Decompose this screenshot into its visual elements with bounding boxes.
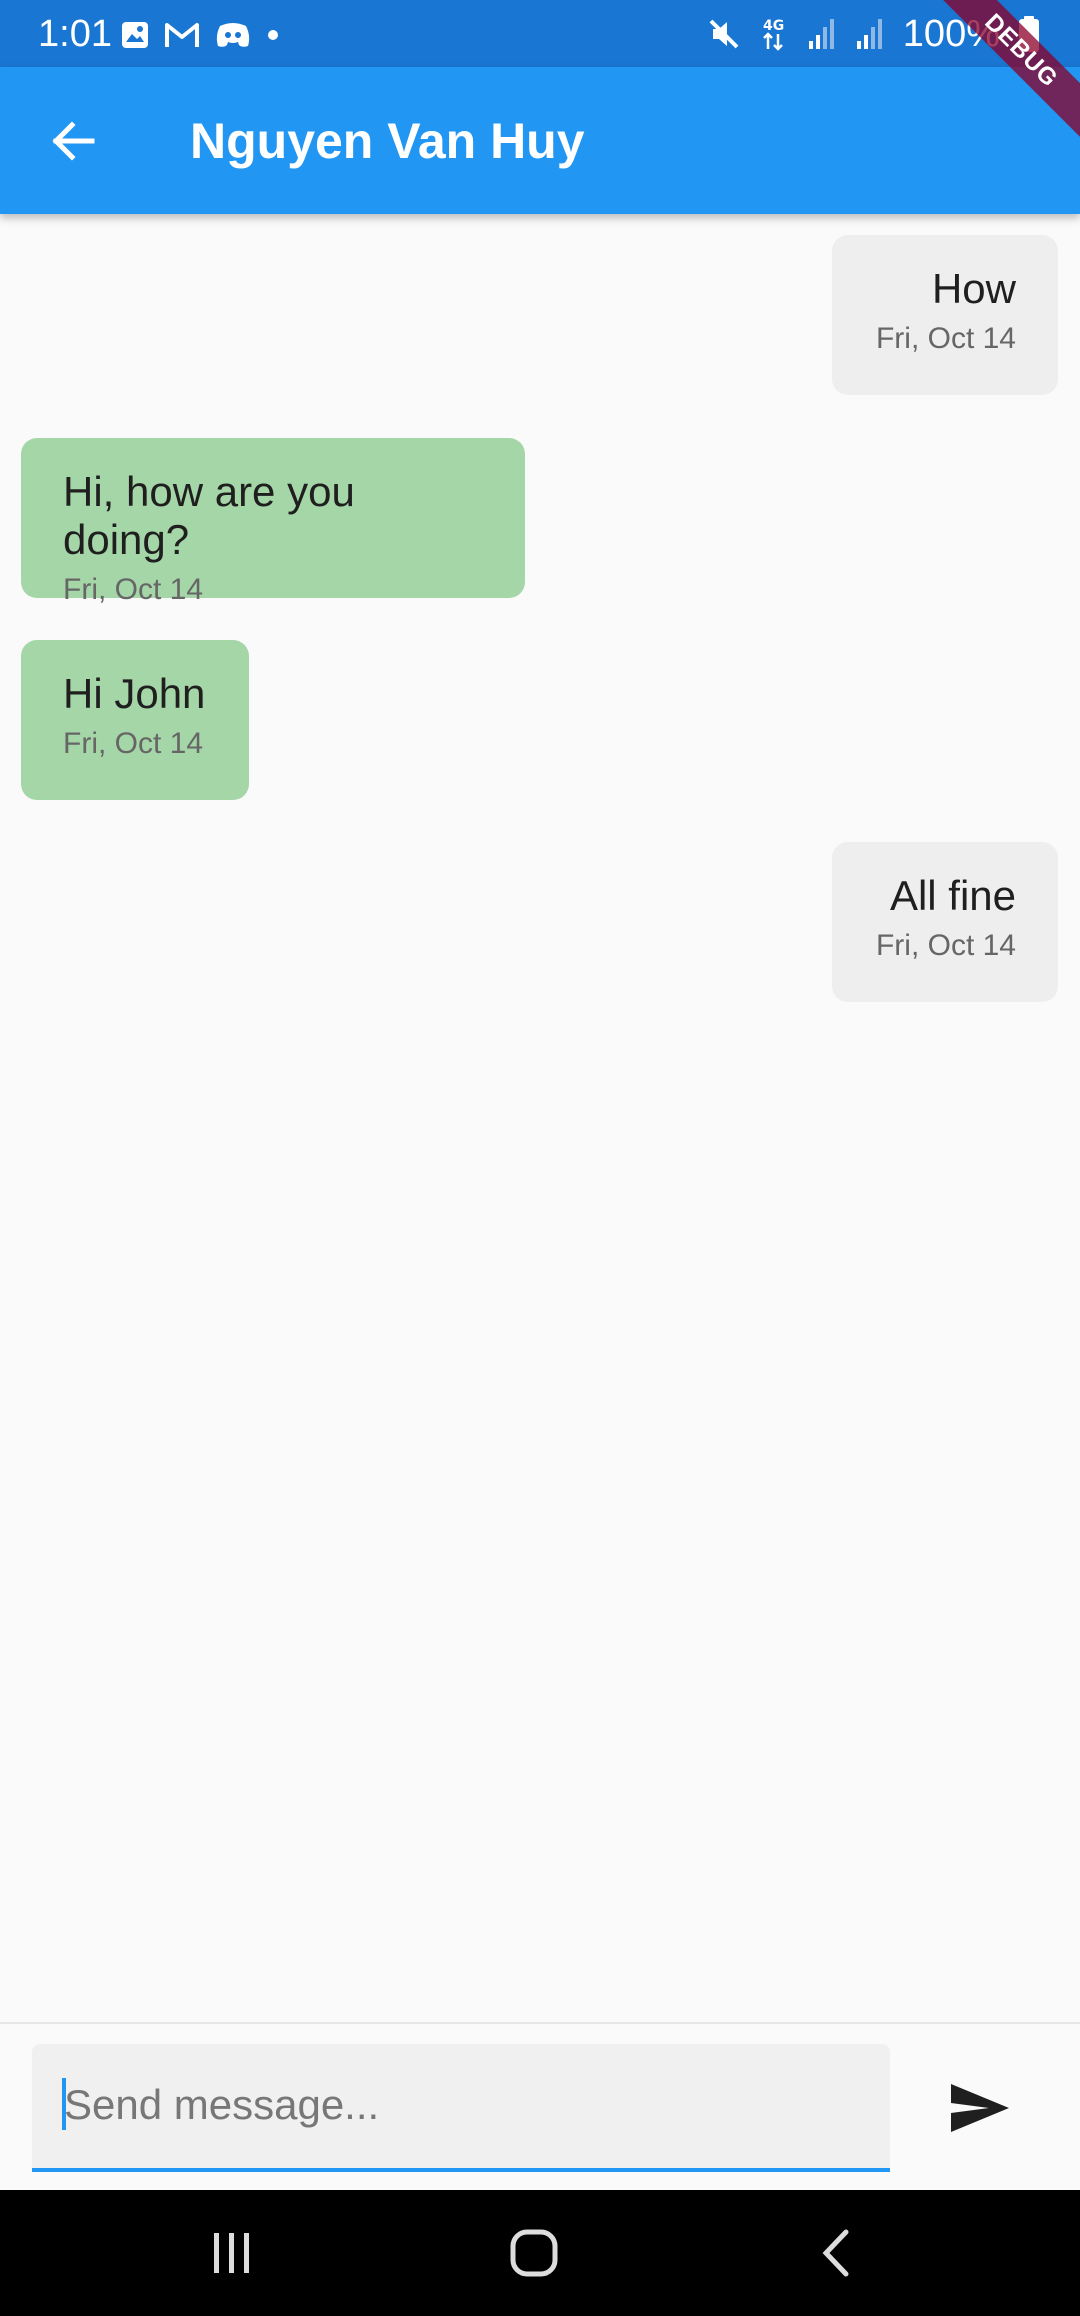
message-text: Hi, how are you doing? [63, 468, 355, 563]
signal-icon [856, 19, 882, 49]
message-input[interactable] [62, 2074, 866, 2136]
message-bubble-sent[interactable]: How Fri, Oct 14 [832, 235, 1058, 395]
image-icon [122, 22, 148, 48]
send-button[interactable] [940, 2068, 1020, 2148]
page-title: Nguyen Van Huy [190, 113, 585, 169]
message-date: Fri, Oct 14 [63, 727, 204, 760]
message-date: Fri, Oct 14 [63, 573, 204, 606]
home-button[interactable] [494, 2220, 574, 2286]
message-bubble-received[interactable]: Hi, how are you doing? Fri, Oct 14 [21, 438, 525, 606]
recent-apps-button[interactable] [192, 2220, 272, 2286]
app-bar: Nguyen Van Huy [0, 67, 1080, 214]
back-icon [822, 2229, 849, 2277]
signal-icon [808, 19, 834, 49]
status-time: 1:01 [38, 13, 112, 55]
4g-icon: 4G [763, 18, 784, 51]
back-button[interactable] [36, 107, 108, 175]
message-text: How [931, 265, 1016, 312]
message-date: Fri, Oct 14 [875, 929, 1016, 962]
recent-apps-icon [214, 2233, 249, 2273]
notification-icons [120, 20, 280, 50]
message-text: All fine [889, 872, 1016, 919]
message-bubble-received[interactable]: Hi John Fri, Oct 14 [21, 640, 249, 800]
message-composer [0, 2022, 1080, 2192]
discord-icon [216, 23, 250, 47]
arrow-back-icon [52, 121, 95, 161]
send-icon [951, 2084, 1009, 2132]
message-input-container[interactable] [32, 2044, 890, 2172]
dot-icon [268, 30, 278, 40]
message-date: Fri, Oct 14 [875, 322, 1016, 355]
message-text: Hi John [63, 670, 206, 717]
home-icon [510, 2229, 558, 2277]
status-bar: 1:01 4G 100% [0, 0, 1080, 67]
gmail-icon [165, 23, 199, 47]
svg-text:4G: 4G [763, 18, 784, 34]
system-nav-bar [0, 2190, 1080, 2316]
mute-icon [709, 19, 739, 49]
nav-back-button[interactable] [796, 2220, 876, 2286]
message-bubble-sent[interactable]: All fine Fri, Oct 14 [832, 842, 1058, 1002]
